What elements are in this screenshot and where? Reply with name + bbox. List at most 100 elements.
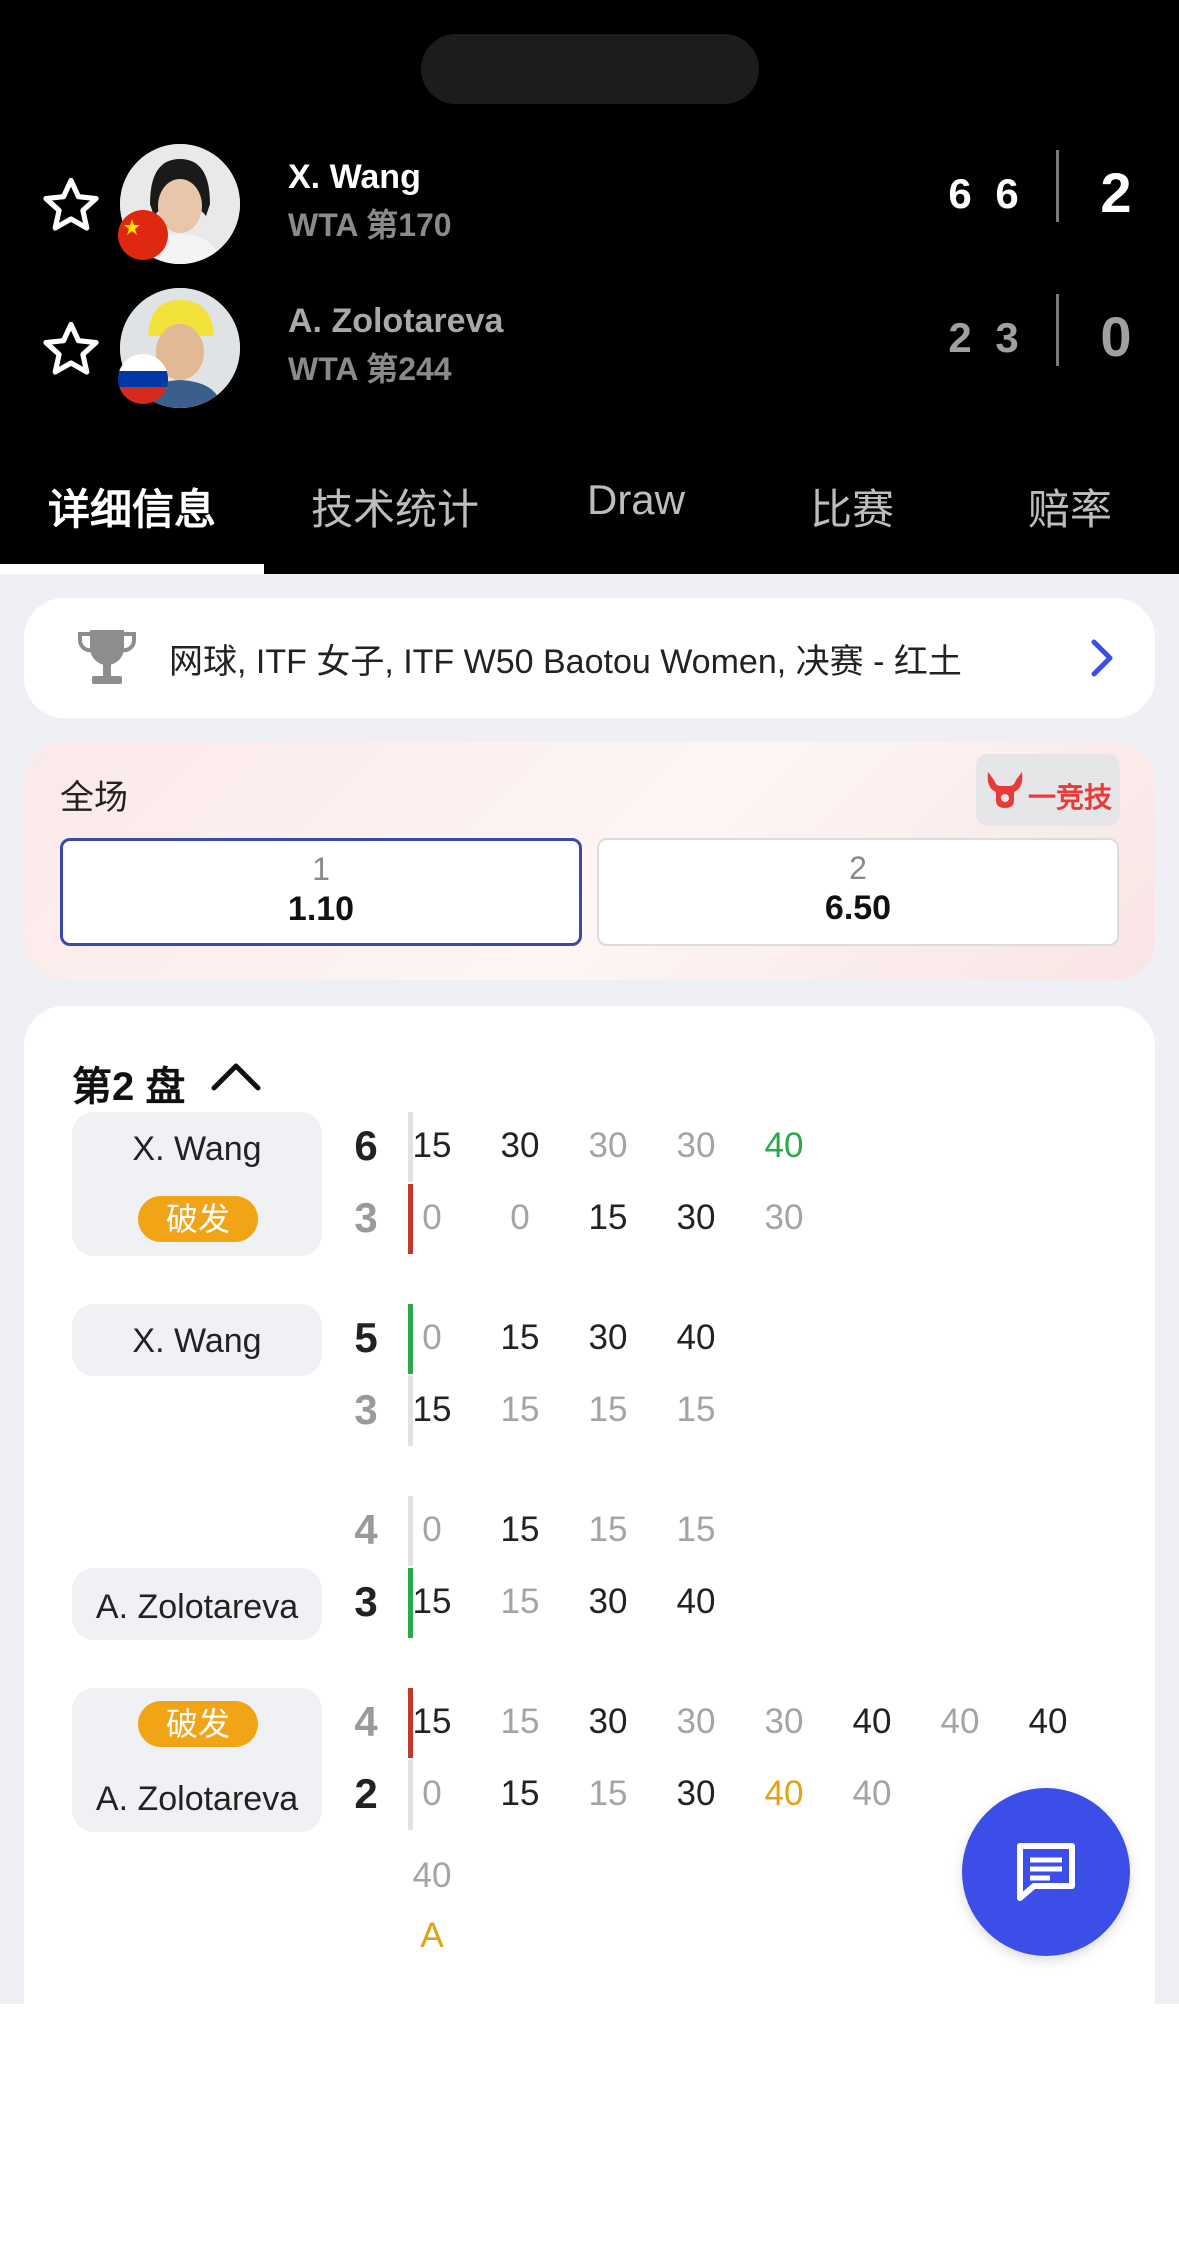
bookmaker-name: 一竞技 bbox=[1028, 782, 1113, 813]
odds-option-value: 1.10 bbox=[287, 890, 355, 928]
point-score: 30 bbox=[676, 1774, 716, 1813]
player-name-1: X. Wang bbox=[288, 158, 421, 196]
odds-option-value: 6.50 bbox=[824, 889, 892, 927]
point-score: 0 bbox=[422, 1510, 442, 1549]
advantage-label: A bbox=[420, 1916, 444, 1955]
sets-won-2: 0 bbox=[1100, 305, 1132, 368]
server-pill: A. Zolotareva 破发 bbox=[72, 1688, 322, 1832]
point-score: 40 bbox=[852, 1702, 892, 1741]
set-score-2-2: 3 bbox=[995, 314, 1019, 361]
tab-active-indicator bbox=[0, 564, 264, 574]
point-score: 40 bbox=[764, 1126, 804, 1165]
point-score: 15 bbox=[412, 1126, 452, 1165]
point-score: 0 bbox=[510, 1198, 530, 1237]
point-score: 40 bbox=[764, 1774, 804, 1813]
server-name: A. Zolotareva bbox=[95, 1588, 299, 1626]
score-divider bbox=[1056, 150, 1059, 222]
point-score: 40 bbox=[676, 1318, 716, 1357]
point-score: 15 bbox=[500, 1702, 540, 1741]
chat-icon bbox=[1017, 1843, 1075, 1901]
server-pill: A. Zolotareva bbox=[72, 1568, 322, 1640]
break-badge: 破发 bbox=[138, 1196, 258, 1242]
point-score: 30 bbox=[676, 1702, 716, 1741]
point-score: 15 bbox=[500, 1774, 540, 1813]
tab-draw[interactable]: Draw bbox=[521, 476, 751, 524]
point-score: 15 bbox=[500, 1582, 540, 1621]
tab-details[interactable]: 详细信息 bbox=[17, 476, 247, 537]
game-score: 3 bbox=[354, 1386, 378, 1433]
point-score: 40 bbox=[940, 1702, 980, 1741]
details-content: 网球, ITF 女子, ITF W50 Baotou Women, 决赛 - 红… bbox=[0, 574, 1179, 2006]
point-score: 0 bbox=[422, 1774, 442, 1813]
point-score: 30 bbox=[676, 1126, 716, 1165]
tournament-card[interactable]: 网球, ITF 女子, ITF W50 Baotou Women, 决赛 - 红… bbox=[24, 598, 1155, 718]
point-score: 30 bbox=[676, 1198, 716, 1237]
point-score: 40 bbox=[852, 1774, 892, 1813]
point-score: 15 bbox=[500, 1318, 540, 1357]
server-pill: X. Wang bbox=[72, 1304, 322, 1376]
tab-odds[interactable]: 赔率 bbox=[955, 476, 1179, 537]
odds-card: 全场 一竞技 1 1.10 2 6.50 bbox=[24, 742, 1155, 980]
player-rank-2: WTA 第244 bbox=[288, 351, 452, 387]
game-score: 4 bbox=[354, 1506, 378, 1553]
point-score: 0 bbox=[422, 1318, 442, 1357]
odds-option-home[interactable]: 1 1.10 bbox=[60, 838, 582, 946]
game-score: 3 bbox=[354, 1578, 378, 1625]
china-flag-icon bbox=[118, 210, 168, 260]
chevron-up-icon[interactable] bbox=[210, 1056, 262, 1096]
set-score-1-1: 6 bbox=[948, 170, 972, 217]
point-score: 30 bbox=[588, 1582, 628, 1621]
point-score: 40 bbox=[676, 1582, 716, 1621]
set-score-1-2: 6 bbox=[995, 170, 1019, 217]
odds-option-label: 2 bbox=[849, 850, 867, 886]
game-score: 5 bbox=[354, 1314, 378, 1361]
server-name: A. Zolotareva bbox=[95, 1780, 299, 1818]
point-score: 40 bbox=[412, 1856, 452, 1895]
player-row-1[interactable]: X. Wang WTA 第170 6 6 2 bbox=[0, 140, 1179, 270]
odds-option-label: 1 bbox=[312, 851, 330, 887]
player-rank-1: WTA 第170 bbox=[288, 207, 452, 243]
player-name-2: A. Zolotareva bbox=[288, 302, 504, 340]
set-title: 第2 盘 bbox=[72, 1065, 186, 1109]
game-score: 2 bbox=[354, 1770, 378, 1817]
trophy-icon bbox=[78, 630, 136, 684]
dynamic-island bbox=[421, 34, 759, 104]
point-score: 30 bbox=[764, 1198, 804, 1237]
point-score: 15 bbox=[676, 1390, 716, 1429]
player-row-2[interactable]: A. Zolotareva WTA 第244 2 3 0 bbox=[0, 284, 1179, 414]
point-score: 30 bbox=[588, 1318, 628, 1357]
point-score: 15 bbox=[588, 1390, 628, 1429]
match-header: X. Wang WTA 第170 6 6 2 A. Zolotareva WTA… bbox=[0, 0, 1179, 574]
tab-matches[interactable]: 比赛 bbox=[737, 476, 967, 537]
tournament-label: 网球, ITF 女子, ITF W50 Baotou Women, 决赛 - 红… bbox=[169, 643, 962, 681]
point-score: 30 bbox=[764, 1702, 804, 1741]
bookmaker-logo[interactable]: 一竞技 bbox=[976, 754, 1120, 826]
point-score: 15 bbox=[500, 1390, 540, 1429]
russia-flag-icon bbox=[118, 354, 168, 404]
point-score: 40 bbox=[1028, 1702, 1068, 1741]
game-score: 4 bbox=[354, 1698, 378, 1745]
set-score-2-1: 2 bbox=[948, 314, 972, 361]
point-score: 15 bbox=[412, 1390, 452, 1429]
point-score: 15 bbox=[412, 1702, 452, 1741]
server-name: X. Wang bbox=[132, 1322, 262, 1360]
odds-market-title: 全场 bbox=[60, 779, 128, 817]
favorite-star-icon[interactable] bbox=[40, 174, 102, 236]
point-score: 30 bbox=[500, 1126, 540, 1165]
point-score: 15 bbox=[500, 1510, 540, 1549]
tab-bar: 详细信息 技术统计 Draw 比赛 赔率 bbox=[0, 440, 1179, 574]
chevron-right-icon bbox=[1091, 639, 1113, 677]
game-score: 3 bbox=[354, 1194, 378, 1241]
point-score: 15 bbox=[412, 1582, 452, 1621]
point-score: 15 bbox=[588, 1510, 628, 1549]
point-score: 15 bbox=[676, 1510, 716, 1549]
odds-option-away[interactable]: 2 6.50 bbox=[597, 838, 1119, 946]
chat-button[interactable] bbox=[962, 1788, 1130, 1956]
bull-icon bbox=[987, 772, 1023, 808]
game-score: 6 bbox=[354, 1122, 378, 1169]
tab-stats[interactable]: 技术统计 bbox=[280, 476, 510, 537]
score-divider bbox=[1056, 294, 1059, 366]
favorite-star-icon[interactable] bbox=[40, 318, 102, 380]
point-score: 30 bbox=[588, 1126, 628, 1165]
point-score: 30 bbox=[588, 1702, 628, 1741]
